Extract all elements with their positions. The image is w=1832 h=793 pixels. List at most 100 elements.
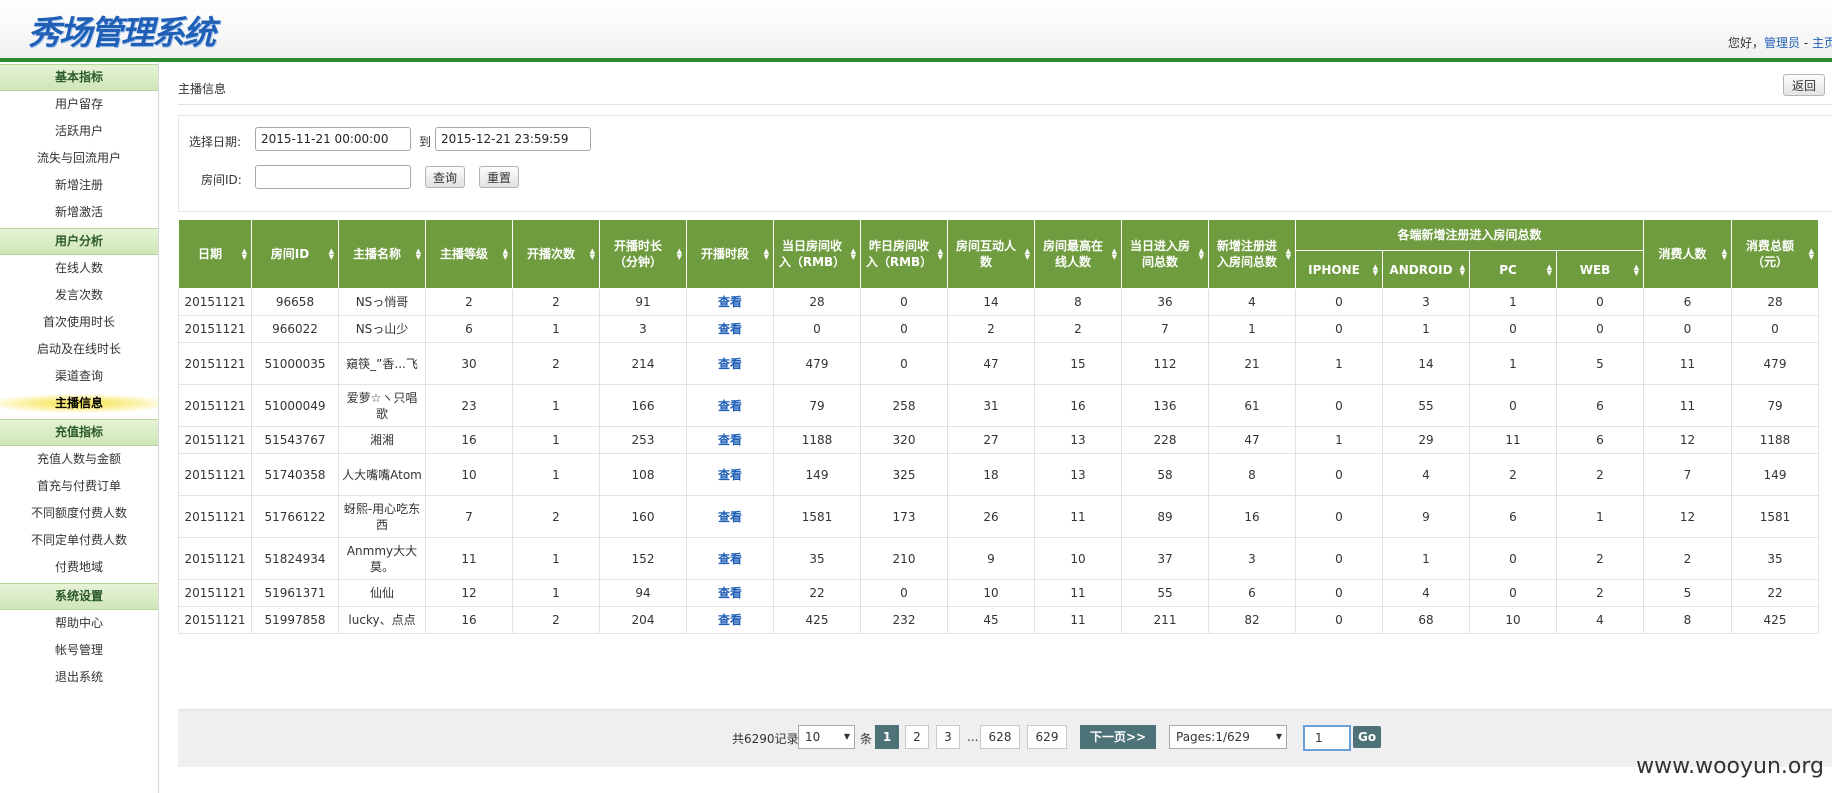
col-consumers[interactable]: 消费人数 ▲ ▼ bbox=[1643, 219, 1732, 289]
sidebar-item-payers-by-amount[interactable]: 不同额度付费人数 bbox=[0, 500, 158, 527]
sidebar-item-launch-online-duration[interactable]: 启动及在线时长 bbox=[0, 336, 158, 363]
sidebar-item-online-users[interactable]: 在线人数 bbox=[0, 255, 158, 282]
table-cell: 0 bbox=[1469, 579, 1557, 607]
query-button[interactable]: 查询 bbox=[425, 166, 466, 188]
table-row: 20151121 51000049 爱萝☆ヽ只唱歌 23 1 166 查看 79 258 31 16… bbox=[178, 384, 1819, 427]
table-cell: 1188 bbox=[773, 426, 861, 454]
col-iphone[interactable]: IPHONE ▲ ▼ bbox=[1295, 250, 1383, 289]
table-cell: 152 bbox=[599, 537, 687, 580]
per-page-select[interactable]: 10 ▼ bbox=[798, 725, 855, 749]
view-link[interactable]: 查看 bbox=[718, 399, 742, 413]
date-to-input[interactable] bbox=[435, 127, 591, 151]
sidebar-section-settings[interactable]: 系统设置 bbox=[0, 583, 158, 610]
page-628-button[interactable]: 628 bbox=[980, 725, 1020, 749]
sidebar-item-new-activations[interactable]: 新增激活 bbox=[0, 199, 158, 226]
col-broadcast-period[interactable]: 开播时段 ▲ ▼ bbox=[686, 219, 774, 289]
user-name-link[interactable]: 管理员 bbox=[1764, 36, 1800, 50]
sidebar-item-churn-return[interactable]: 流失与回流用户 bbox=[0, 145, 158, 172]
view-link[interactable]: 查看 bbox=[718, 322, 742, 336]
table-cell: 37 bbox=[1121, 537, 1209, 580]
table-cell: 58 bbox=[1121, 453, 1209, 496]
view-link[interactable]: 查看 bbox=[718, 468, 742, 482]
table-cell: 20151121 bbox=[178, 453, 252, 496]
table-cell: 20151121 bbox=[178, 537, 252, 580]
table-cell: 1 bbox=[512, 579, 600, 607]
table-cell: 20151121 bbox=[178, 384, 252, 427]
sidebar-item-payers-by-order[interactable]: 不同定单付费人数 bbox=[0, 527, 158, 554]
sidebar-item-new-registrations[interactable]: 新增注册 bbox=[0, 172, 158, 199]
room-id-input[interactable] bbox=[255, 165, 411, 189]
sidebar-item-user-retention[interactable]: 用户留存 bbox=[0, 91, 158, 118]
sidebar-section-recharge[interactable]: 充值指标 bbox=[0, 419, 158, 446]
table-cell: 0 bbox=[860, 288, 948, 316]
table-cell: 61 bbox=[1208, 384, 1296, 427]
col-consumption-total[interactable]: 消费总额（元） ▲ ▼ bbox=[1731, 219, 1819, 289]
col-broadcast-duration[interactable]: 开播时长（分钟） ▲ ▼ bbox=[599, 219, 687, 289]
goto-page-input[interactable]: 1 bbox=[1303, 725, 1351, 751]
sidebar-item-first-use-duration[interactable]: 首次使用时长 bbox=[0, 309, 158, 336]
col-pc[interactable]: PC ▲ ▼ bbox=[1469, 250, 1557, 289]
col-peak-online[interactable]: 房间最高在线人数 ▲ ▼ bbox=[1034, 219, 1122, 289]
table-cell: 479 bbox=[773, 342, 861, 385]
sidebar-item-account-management[interactable]: 帐号管理 bbox=[0, 637, 158, 664]
sidebar-section-user-analysis[interactable]: 用户分析 bbox=[0, 228, 158, 255]
date-from-input[interactable] bbox=[255, 127, 411, 151]
sidebar-item-payment-region[interactable]: 付费地域 bbox=[0, 554, 158, 581]
col-new-reg-entries[interactable]: 新增注册进入房间总数 ▲ ▼ bbox=[1208, 219, 1296, 289]
broadcast-period-cell: 查看 bbox=[686, 453, 774, 496]
table-row: 20151121 51824934 Anmmy大大莫。 11 1 152 查看 35 210 9 1… bbox=[178, 537, 1819, 580]
col-today-income[interactable]: 当日房间收入（RMB） ▲ ▼ bbox=[773, 219, 861, 289]
table-cell: 96658 bbox=[251, 288, 339, 316]
view-link[interactable]: 查看 bbox=[718, 613, 742, 627]
sidebar-item-anchor-info[interactable]: 主播信息 bbox=[0, 390, 158, 417]
view-link[interactable]: 查看 bbox=[718, 552, 742, 566]
col-anchor-level[interactable]: 主播等级 ▲ ▼ bbox=[425, 219, 513, 289]
sidebar-item-speech-count[interactable]: 发言次数 bbox=[0, 282, 158, 309]
pages-select[interactable]: Pages:1/629 ▼ bbox=[1169, 725, 1287, 749]
page-629-button[interactable]: 629 bbox=[1027, 725, 1067, 749]
view-link[interactable]: 查看 bbox=[718, 510, 742, 524]
table-cell: 16 bbox=[1208, 495, 1296, 538]
col-android[interactable]: ANDROID ▲ ▼ bbox=[1382, 250, 1470, 289]
page-2-button[interactable]: 2 bbox=[905, 725, 929, 749]
table-cell: Anmmy大大莫。 bbox=[338, 537, 426, 580]
view-link[interactable]: 查看 bbox=[718, 586, 742, 600]
table-cell: 6 bbox=[1469, 495, 1557, 538]
sidebar-item-help-center[interactable]: 帮助中心 bbox=[0, 610, 158, 637]
go-button[interactable]: Go bbox=[1353, 726, 1382, 748]
col-date[interactable]: 日期 ▲ ▼ bbox=[178, 219, 252, 289]
table-cell: 2 bbox=[425, 288, 513, 316]
sidebar-item-recharge-users-amount[interactable]: 充值人数与金额 bbox=[0, 446, 158, 473]
next-page-button[interactable]: 下一页>> bbox=[1080, 725, 1157, 749]
back-button[interactable]: 返回 bbox=[1783, 74, 1826, 96]
home-link[interactable]: 主页 bbox=[1812, 36, 1832, 50]
sidebar-item-first-recharge-orders[interactable]: 首充与付费订单 bbox=[0, 473, 158, 500]
col-today-entries[interactable]: 当日进入房间总数 ▲ ▼ bbox=[1121, 219, 1209, 289]
page-1-button[interactable]: 1 bbox=[875, 725, 899, 749]
col-broadcast-count[interactable]: 开播次数 ▲ ▼ bbox=[512, 219, 600, 289]
sidebar-item-channel-query[interactable]: 渠道查询 bbox=[0, 363, 158, 390]
table-cell: 0 bbox=[1295, 288, 1383, 316]
col-anchor-name[interactable]: 主播名称 ▲ ▼ bbox=[338, 219, 426, 289]
col-room-id[interactable]: 房间ID ▲ ▼ bbox=[251, 219, 339, 289]
table-cell: 4 bbox=[1208, 288, 1296, 316]
view-link[interactable]: 查看 bbox=[718, 357, 742, 371]
sidebar-item-logout[interactable]: 退出系统 bbox=[0, 664, 158, 691]
table-cell: 27 bbox=[947, 426, 1035, 454]
col-web[interactable]: WEB ▲ ▼ bbox=[1556, 250, 1644, 289]
table-cell: 2 bbox=[1469, 453, 1557, 496]
table-cell: 51824934 bbox=[251, 537, 339, 580]
col-yesterday-income[interactable]: 昨日房间收入（RMB） ▲ ▼ bbox=[860, 219, 948, 289]
sidebar-item-active-users[interactable]: 活跃用户 bbox=[0, 118, 158, 145]
table-cell: 51961371 bbox=[251, 579, 339, 607]
page-3-button[interactable]: 3 bbox=[936, 725, 960, 749]
view-link[interactable]: 查看 bbox=[718, 295, 742, 309]
col-interaction-users[interactable]: 房间互动人数 ▲ ▼ bbox=[947, 219, 1035, 289]
view-link[interactable]: 查看 bbox=[718, 433, 742, 447]
table-cell: 23 bbox=[425, 384, 513, 427]
table-cell: 0 bbox=[860, 579, 948, 607]
sidebar-section-basic[interactable]: 基本指标 bbox=[0, 64, 158, 91]
sort-icon: ▲ ▼ bbox=[1024, 247, 1030, 261]
table-cell: 45 bbox=[947, 606, 1035, 634]
reset-button[interactable]: 重置 bbox=[479, 166, 520, 188]
